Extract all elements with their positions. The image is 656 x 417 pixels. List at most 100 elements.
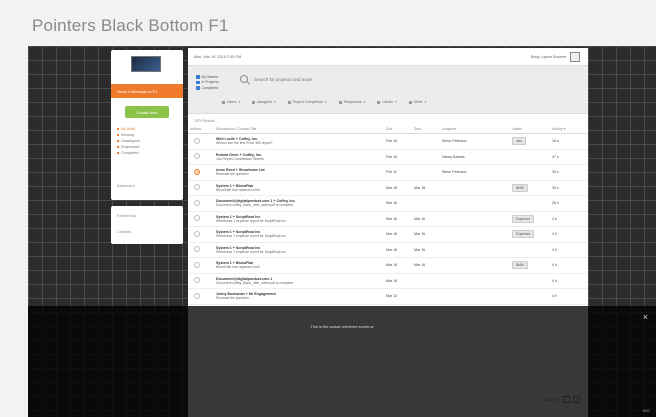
row-activity: 4 h (550, 288, 588, 305)
table-row[interactable]: System 1 + BlunoFlair BlunoFlair has repl… (188, 257, 588, 274)
row-title-cell[interactable]: System 1 + BlunoFlair BlunoFlair has repl… (214, 180, 384, 196)
row-title-cell[interactable]: System 1 + ScriptRoot Inc Reimburse 1 exp… (214, 226, 384, 243)
top-bar: Mon, Mar 16, 2015 2:45 PM Betty Lupton B… (188, 48, 588, 66)
filter-panel: My Started In Progress Completed Users A… (188, 66, 588, 114)
row-select-cell (188, 133, 214, 150)
table-row[interactable]: Anne Reed + Showhome Ltd Renewal fee ques… (188, 164, 588, 181)
dropdown-other[interactable]: Other (409, 100, 427, 104)
table-row[interactable]: System 1 + ScriptRoot Inc Reimburse 1 exp… (188, 211, 588, 227)
row-title-cell[interactable]: Roland Greer + Coffey, Inc. Job Report Co… (214, 149, 384, 165)
table-row[interactable]: Document@digitalproduct.com 1 Document co… (188, 273, 588, 289)
row-labels-cell (510, 195, 550, 212)
row-activity: 4 h (550, 273, 588, 289)
dropdown-responses[interactable]: Responses (339, 100, 366, 104)
column-header-assignee[interactable]: Assignee (440, 125, 510, 134)
row-label-badge[interactable]: BMW (512, 183, 528, 192)
page-title: Pointers Black Bottom F1 (32, 16, 229, 35)
row-labels-cell: Expenses (510, 226, 550, 243)
dropdown-users[interactable]: Users (222, 100, 240, 104)
row-title-cell[interactable]: Document@digitalproduct.com 1 Document co… (214, 273, 384, 289)
row-subtitle: Reimburse 1 expense report for ScriptRoo… (216, 234, 286, 239)
date-label: Mon, Mar 16, 2015 2:45 PM (194, 54, 242, 59)
dropdown-project-completion[interactable]: Project Completion (288, 100, 327, 104)
row-activity: 16 s (550, 133, 588, 150)
row-select-radio[interactable] (194, 137, 200, 144)
dark-overlay: This is the actual rendered screen ▸ × E… (28, 306, 656, 417)
row-labels-cell (510, 242, 550, 258)
column-header-labels[interactable]: Labels (510, 125, 550, 134)
row-select-radio[interactable] (194, 184, 200, 191)
row-assignee (440, 242, 510, 258)
result-count: 7879 Results (194, 119, 215, 123)
esc-hint: ESC (642, 409, 650, 413)
row-title-cell[interactable]: Anne Reed + Showhome Ltd Renewal fee ques… (214, 164, 384, 181)
status-checkboxes: My Started In Progress Completed (196, 74, 219, 91)
row-subtitle: Renewal fee question (216, 296, 249, 301)
table-row[interactable]: System 1 + ScriptRoot Inc Reimburse 1 exp… (188, 226, 588, 243)
row-select-cell (188, 211, 214, 227)
avatar[interactable] (570, 52, 580, 62)
row-select-radio[interactable] (194, 246, 200, 253)
row-select-radio[interactable] (194, 261, 200, 268)
row-label-badge[interactable]: Expenses (512, 214, 534, 223)
row-title-cell[interactable]: System 1 + ScriptRoot Inc Reimburse 1 exp… (214, 242, 384, 258)
column-header-sent[interactable]: Sent (412, 125, 440, 134)
search-icon[interactable] (240, 75, 248, 83)
sidebar-feature-box[interactable]: Feature Box (117, 214, 137, 218)
bullet-icon (117, 140, 119, 142)
row-select-radio[interactable] (194, 230, 200, 237)
checkbox-completed[interactable]: Completed (196, 85, 219, 91)
row-subtitle: Document coffey_Bank_offer_sales.pdf is … (216, 280, 294, 285)
row-subtitle: BlunoFlair has replaced a bill (216, 265, 260, 270)
row-title-cell[interactable]: Wed Lucile + Coffey, Inc. Will we see the… (214, 133, 384, 150)
table-row[interactable]: Document@digitalproduct.com 1 + Coffey, … (188, 195, 588, 212)
row-title-cell[interactable]: System 1 + BlunoFlair BlunoFlair has repl… (214, 257, 384, 274)
row-due: Feb 16 (384, 133, 412, 150)
checkbox-icon (196, 80, 200, 84)
dropdown-labels[interactable]: Labels (377, 100, 396, 104)
row-select-radio[interactable] (194, 168, 200, 175)
row-subtitle: Document coffey_Bank_offer_sales.pdf is … (216, 203, 294, 208)
column-header-activity[interactable]: Activity ▾ (550, 125, 588, 134)
bullet-icon (117, 134, 119, 136)
row-assignee: Nancy Barnes (440, 149, 510, 165)
row-select-radio[interactable] (194, 292, 200, 299)
dropdown-assignee[interactable]: Assignee (252, 100, 276, 104)
table-row[interactable]: Wed Lucile + Coffey, Inc. Will we see the… (188, 133, 588, 150)
sidebar-contacts[interactable]: Contacts (117, 230, 131, 234)
column-header-due[interactable]: Due (384, 125, 412, 134)
row-label-badge[interactable]: Join (512, 137, 526, 146)
row-labels-cell (510, 273, 550, 289)
row-activity: 4 h (550, 242, 588, 258)
row-assignee (440, 180, 510, 196)
row-label-badge[interactable]: Expenses (512, 230, 534, 239)
sidebar-item-completed[interactable]: Completed (117, 150, 140, 156)
column-header-title[interactable]: Subscription / Contact Title (214, 125, 384, 134)
row-title-cell[interactable]: Jenny Buchanan + Mr Engagement Renewal fe… (214, 288, 384, 305)
row-select-radio[interactable] (194, 153, 200, 160)
row-title-cell[interactable]: Document@digitalproduct.com 1 + Coffey, … (214, 195, 384, 212)
row-select-radio[interactable] (194, 277, 200, 284)
table-row[interactable]: Roland Greer + Coffey, Inc. Job Report Co… (188, 149, 588, 165)
row-label-badge[interactable]: BMW (512, 261, 528, 270)
send-message-banner[interactable]: Send a Message to F1 (111, 84, 183, 98)
row-assignee (440, 211, 510, 227)
row-assignee (440, 195, 510, 212)
row-sent (412, 288, 440, 305)
table-row[interactable]: System 1 + BlunoFlair BlunoFlair has repl… (188, 180, 588, 196)
row-sent (412, 164, 440, 181)
row-title-cell[interactable]: System 1 + ScriptRoot Inc Reimburse 1 exp… (214, 211, 384, 227)
row-activity: 4 h (550, 226, 588, 243)
row-select-radio[interactable] (194, 199, 200, 206)
row-assignee (440, 273, 510, 289)
close-icon[interactable]: × (643, 313, 648, 322)
search-input[interactable] (254, 74, 554, 84)
table-row[interactable]: System 1 + ScriptRoot Inc Reimburse 1 exp… (188, 242, 588, 258)
table-row[interactable]: Jenny Buchanan + Mr Engagement Renewal fe… (188, 288, 588, 305)
row-sent (412, 195, 440, 212)
row-select-cell (188, 226, 214, 243)
create-new-button[interactable]: Create New (125, 106, 169, 118)
sidebar-dashboard-link[interactable]: Dashboard (117, 184, 135, 188)
row-select-radio[interactable] (194, 215, 200, 222)
user-name[interactable]: Betty Lupton Browne (531, 55, 566, 59)
